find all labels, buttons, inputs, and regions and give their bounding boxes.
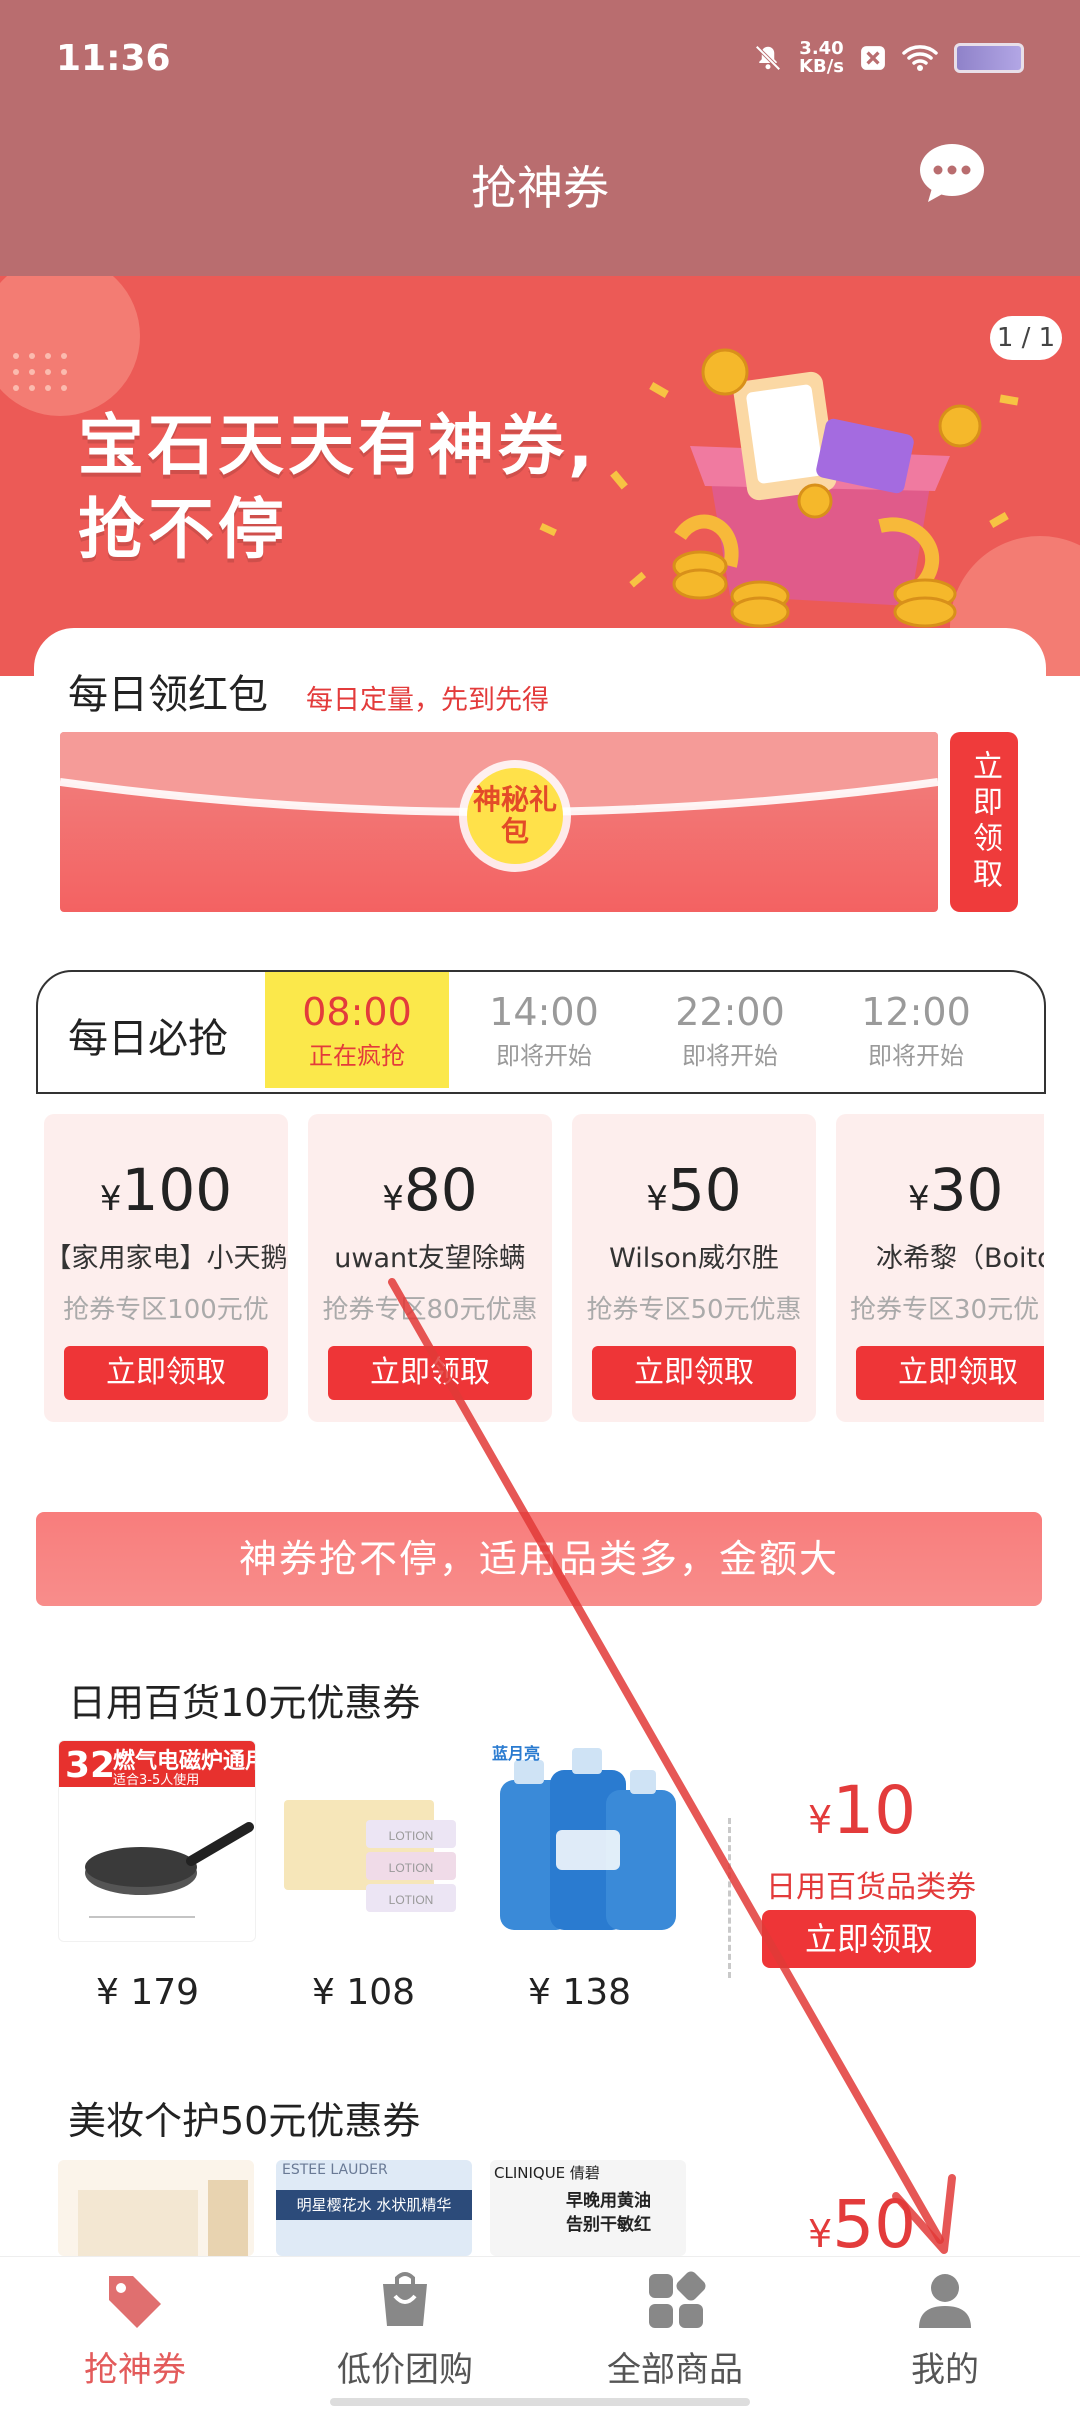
grid-icon [649, 2271, 706, 2328]
nav-coupons[interactable]: 抢神券 [0, 2270, 270, 2400]
swipe-gesture-arrow [388, 1278, 956, 2254]
nav-group-buy[interactable]: 低价团购 [270, 2270, 540, 2400]
nav-all-products[interactable]: 全部商品 [540, 2270, 810, 2400]
nav-label: 低价团购 [337, 2350, 473, 2390]
nav-label: 抢神券 [84, 2350, 186, 2390]
nav-label: 全部商品 [607, 2350, 743, 2390]
home-indicator[interactable] [330, 2398, 750, 2406]
nav-mine[interactable]: 我的 [810, 2270, 1080, 2400]
shopping-bag-icon [383, 2272, 427, 2326]
coupon-tag-icon [109, 2276, 161, 2328]
nav-label: 我的 [911, 2350, 979, 2390]
user-icon [919, 2274, 971, 2328]
